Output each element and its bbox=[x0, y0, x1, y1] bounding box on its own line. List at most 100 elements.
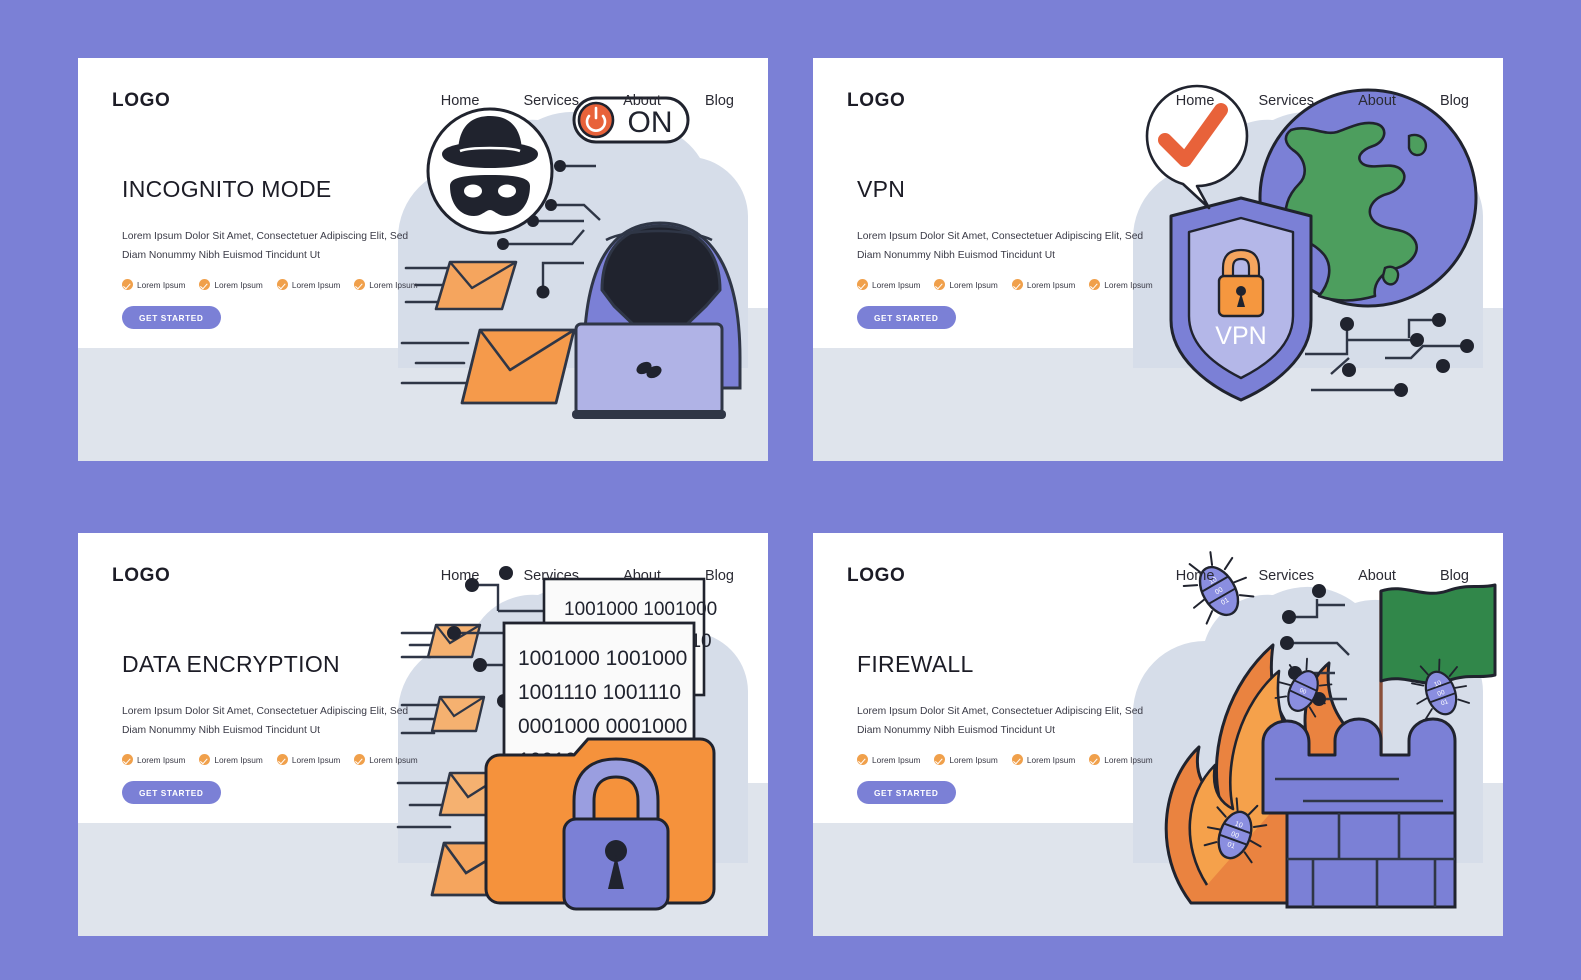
navbar: LOGO Home Services About Blog bbox=[813, 559, 1503, 593]
feature-item: Lorem Ipsum bbox=[934, 279, 998, 291]
feature-item: Lorem Ipsum bbox=[276, 754, 341, 766]
navbar: LOGO Home Services About Blog bbox=[78, 559, 768, 593]
logo[interactable]: LOGO bbox=[112, 90, 170, 112]
card-incognito-mode: LOGO Home Services About Blog ON INCOGNI… bbox=[78, 58, 768, 461]
check-circle-icon bbox=[1011, 754, 1023, 766]
nav-links: Home Services About Blog bbox=[441, 93, 734, 109]
nav-link-blog[interactable]: Blog bbox=[1440, 568, 1469, 584]
feature-item: Lorem Ipsum bbox=[199, 754, 263, 766]
vpn-shield: VPN bbox=[1169, 196, 1313, 402]
nav-link-about[interactable]: About bbox=[1358, 568, 1396, 584]
nav-link-blog[interactable]: Blog bbox=[705, 93, 734, 109]
feature-label: Lorem Ipsum bbox=[137, 279, 186, 290]
logo[interactable]: LOGO bbox=[847, 565, 905, 587]
navbar: LOGO Home Services About Blog bbox=[78, 84, 768, 118]
feature-item: Lorem Ipsum bbox=[1089, 754, 1153, 766]
feature-item: Lorem Ipsum bbox=[354, 754, 418, 766]
nav-link-home[interactable]: Home bbox=[441, 568, 480, 584]
feature-label: Lorem Ipsum bbox=[369, 279, 418, 290]
feature-label: Lorem Ipsum bbox=[369, 754, 418, 765]
check-circle-icon bbox=[199, 754, 211, 766]
get-started-button[interactable]: GET STARTED bbox=[122, 306, 221, 330]
feature-item: Lorem Ipsum bbox=[1089, 279, 1153, 291]
page-description: Lorem Ipsum Dolor Sit Amet, Consectetuer… bbox=[122, 706, 409, 737]
nav-link-about[interactable]: About bbox=[1358, 93, 1396, 109]
nav-link-services[interactable]: Services bbox=[1258, 93, 1314, 109]
page-description: Lorem Ipsum Dolor Sit Amet, Consectetuer… bbox=[857, 231, 1144, 262]
feature-label: Lorem Ipsum bbox=[291, 279, 341, 290]
feature-item: Lorem Ipsum bbox=[1011, 279, 1076, 291]
card-copy: INCOGNITO MODE Lorem Ipsum Dolor Sit Ame… bbox=[122, 176, 452, 330]
feature-item: Lorem Ipsum bbox=[857, 754, 921, 766]
feature-item: Lorem Ipsum bbox=[122, 754, 186, 766]
feature-item: Lorem Ipsum bbox=[1011, 754, 1076, 766]
card-copy: DATA ENCRYPTION Lorem Ipsum Dolor Sit Am… bbox=[122, 651, 452, 805]
check-circle-icon bbox=[354, 754, 366, 766]
binary-line: 1001000 1001000 bbox=[564, 599, 717, 620]
binary-line: 0001000 0001000 bbox=[518, 715, 687, 738]
feature-label: Lorem Ipsum bbox=[1026, 754, 1076, 765]
logo[interactable]: LOGO bbox=[847, 90, 905, 112]
feature-label: Lorem Ipsum bbox=[137, 754, 186, 765]
check-circle-icon bbox=[276, 754, 288, 766]
feature-label: Lorem Ipsum bbox=[949, 754, 998, 765]
nav-link-services[interactable]: Services bbox=[1258, 568, 1314, 584]
nav-links: Home Services About Blog bbox=[1176, 568, 1469, 584]
page-title: VPN bbox=[857, 176, 906, 202]
shield-label: VPN bbox=[1215, 322, 1266, 350]
card-vpn: LOGO Home Services About Blog VPN VPN Lo… bbox=[813, 58, 1503, 461]
nav-link-home[interactable]: Home bbox=[1176, 93, 1215, 109]
feature-label: Lorem Ipsum bbox=[872, 754, 921, 765]
feature-item: Lorem Ipsum bbox=[354, 279, 418, 291]
feature-list: Lorem Ipsum Lorem Ipsum Lorem Ipsum Lore… bbox=[122, 754, 452, 766]
padlock-icon bbox=[1217, 248, 1265, 318]
laptop bbox=[572, 322, 726, 419]
card-data-encryption: LOGO Home Services About Blog 1001000 10… bbox=[78, 533, 768, 936]
feature-item: Lorem Ipsum bbox=[276, 279, 341, 291]
nav-link-home[interactable]: Home bbox=[1176, 568, 1215, 584]
nav-link-blog[interactable]: Blog bbox=[705, 568, 734, 584]
page-description: Lorem Ipsum Dolor Sit Amet, Consectetuer… bbox=[122, 231, 409, 262]
mask-icon bbox=[450, 175, 530, 216]
nav-link-services[interactable]: Services bbox=[523, 93, 579, 109]
page-description: Lorem Ipsum Dolor Sit Amet, Consectetuer… bbox=[857, 706, 1144, 737]
check-circle-icon bbox=[199, 279, 211, 291]
binary-line: 1001000 1001000 bbox=[518, 647, 687, 670]
check-circle-icon bbox=[857, 754, 868, 766]
check-circle-icon bbox=[934, 754, 946, 766]
check-circle-icon bbox=[1011, 279, 1023, 291]
feature-label: Lorem Ipsum bbox=[291, 754, 341, 765]
nav-link-blog[interactable]: Blog bbox=[1440, 93, 1469, 109]
nav-links: Home Services About Blog bbox=[441, 568, 734, 584]
nav-link-about[interactable]: About bbox=[623, 568, 661, 584]
get-started-button[interactable]: GET STARTED bbox=[857, 306, 956, 330]
envelope-large bbox=[460, 328, 576, 405]
feature-label: Lorem Ipsum bbox=[1026, 279, 1076, 290]
nav-link-home[interactable]: Home bbox=[441, 93, 480, 109]
check-circle-icon bbox=[934, 279, 946, 291]
feature-label: Lorem Ipsum bbox=[1104, 754, 1153, 765]
binary-line: 1001110 1001110 bbox=[518, 681, 681, 704]
brick-wall bbox=[1285, 811, 1457, 909]
nav-link-services[interactable]: Services bbox=[523, 568, 579, 584]
get-started-button[interactable]: GET STARTED bbox=[122, 781, 221, 805]
check-circle-icon bbox=[122, 279, 133, 291]
page-title: FIREWALL bbox=[857, 651, 974, 677]
feature-label: Lorem Ipsum bbox=[949, 279, 998, 290]
feature-list: Lorem Ipsum Lorem Ipsum Lorem Ipsum Lore… bbox=[122, 279, 452, 291]
navbar: LOGO Home Services About Blog bbox=[813, 84, 1503, 118]
feature-item: Lorem Ipsum bbox=[122, 279, 186, 291]
feature-item: Lorem Ipsum bbox=[857, 279, 920, 291]
castle-wall bbox=[1261, 717, 1457, 909]
feature-label: Lorem Ipsum bbox=[1104, 279, 1153, 290]
feature-item: Lorem Ipsum bbox=[934, 754, 998, 766]
page-title: INCOGNITO MODE bbox=[122, 176, 332, 202]
card-firewall: LOGO Home Services About Blog 10 00 01 0… bbox=[813, 533, 1503, 936]
logo[interactable]: LOGO bbox=[112, 565, 170, 587]
nav-link-about[interactable]: About bbox=[623, 93, 661, 109]
feature-list: Lorem Ipsum Lorem Ipsum Lorem Ipsum Lore… bbox=[857, 754, 1187, 766]
get-started-button[interactable]: GET STARTED bbox=[857, 781, 956, 805]
feature-label: Lorem Ipsum bbox=[214, 279, 263, 290]
check-circle-icon bbox=[354, 279, 366, 291]
check-circle-icon bbox=[276, 279, 288, 291]
